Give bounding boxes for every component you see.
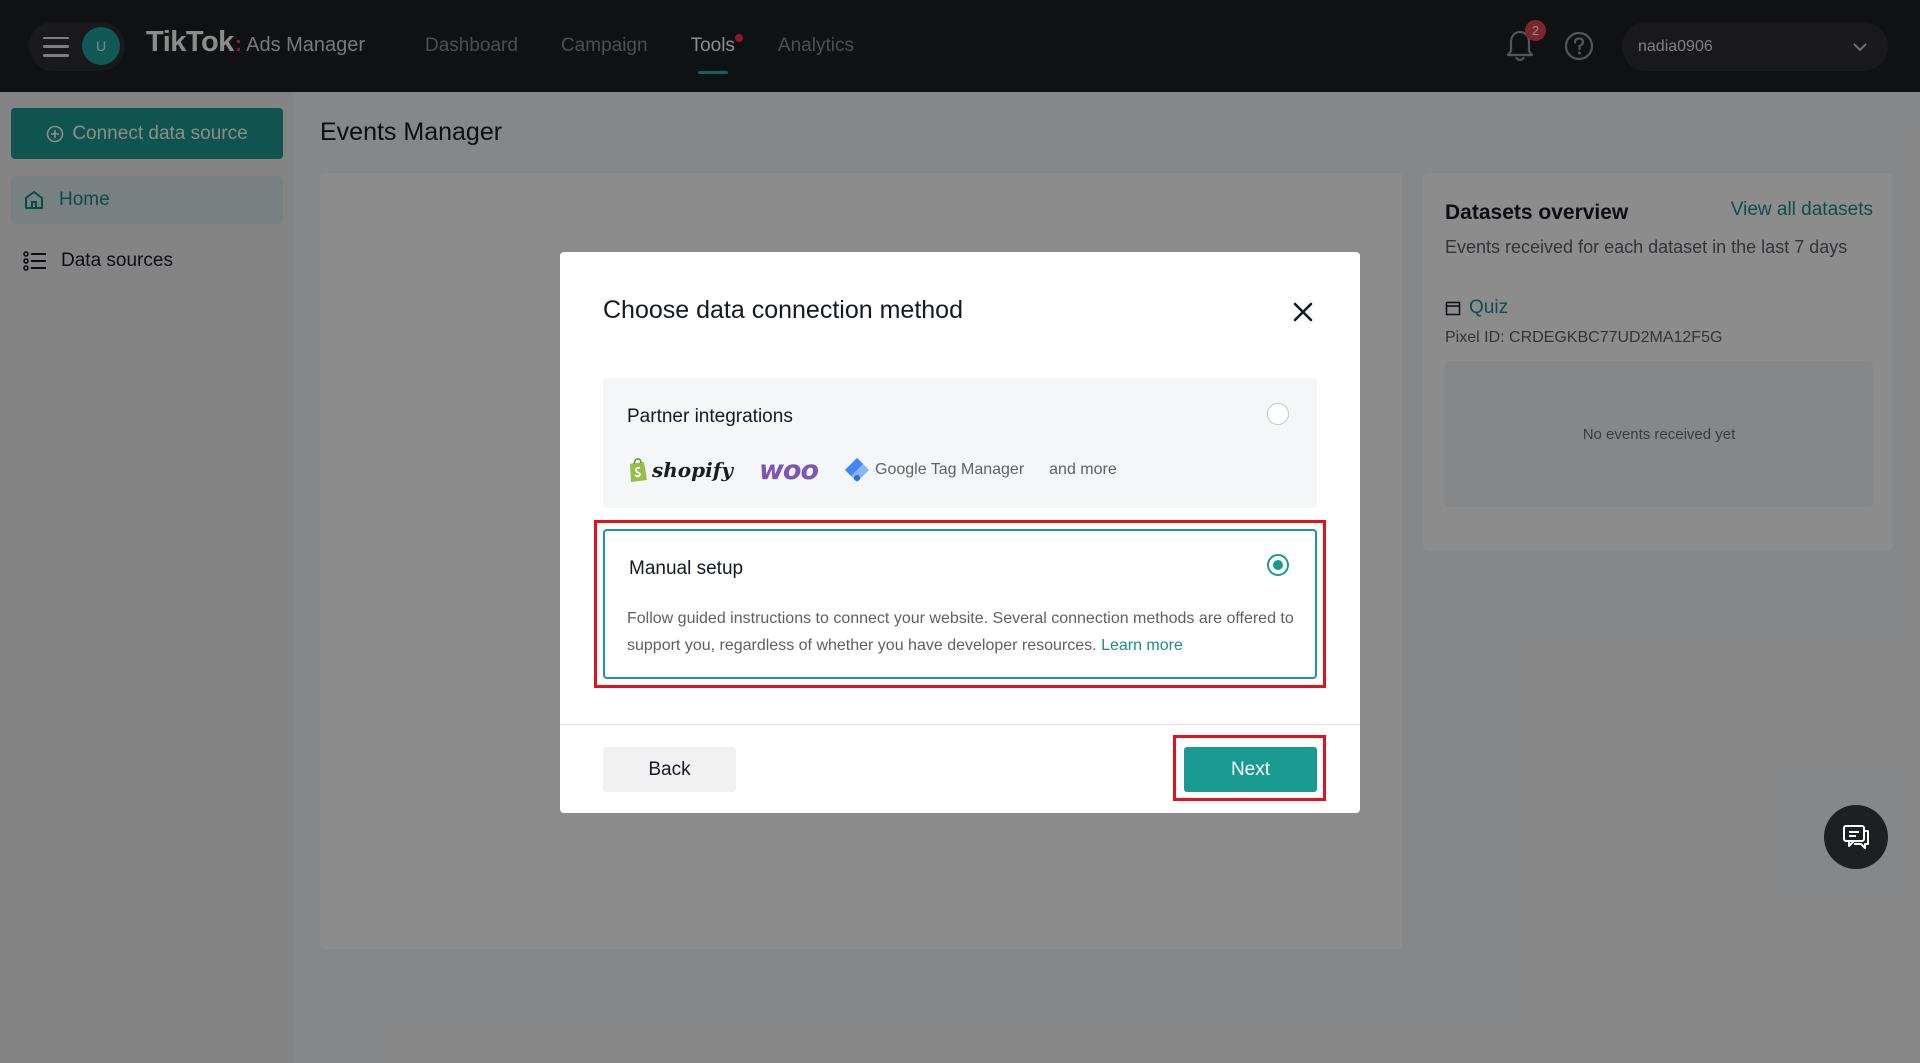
- partner-integrations-title: Partner integrations: [627, 406, 793, 427]
- dialog-divider: [560, 724, 1360, 725]
- manual-setup-title: Manual setup: [629, 558, 744, 579]
- gtm-diamond-icon: [845, 458, 869, 482]
- manual-setup-radio[interactable]: [1267, 554, 1289, 576]
- woo-logo: woo: [758, 454, 819, 486]
- back-button[interactable]: Back: [603, 747, 736, 792]
- google-tag-manager-logo: Google Tag Manager: [844, 457, 1024, 483]
- chat-icon: [1843, 825, 1869, 849]
- option-partner-integrations[interactable]: Partner integrations shopify woo Google …: [603, 378, 1317, 508]
- option-manual-setup[interactable]: Manual setup Follow guided instructions …: [603, 529, 1317, 679]
- gtm-wordmark: Google Tag Manager: [875, 461, 1025, 478]
- connection-method-dialog: Choose data connection method Partner in…: [560, 252, 1360, 813]
- manual-setup-description-text: Follow guided instructions to connect yo…: [627, 610, 1294, 654]
- partner-logos: shopify woo Google Tag Manager and more: [627, 454, 1117, 486]
- shopify-logo: shopify: [627, 457, 733, 483]
- shopify-bag-icon: [630, 458, 647, 482]
- dialog-title: Choose data connection method: [603, 296, 963, 324]
- and-more-text: and more: [1049, 461, 1117, 478]
- shopify-wordmark: shopify: [652, 458, 733, 482]
- next-button[interactable]: Next: [1184, 747, 1317, 792]
- chat-support-button[interactable]: [1824, 805, 1888, 869]
- learn-more-link[interactable]: Learn more: [1101, 637, 1183, 654]
- partner-integrations-radio[interactable]: [1267, 403, 1289, 425]
- close-icon[interactable]: [1290, 299, 1316, 325]
- manual-setup-description: Follow guided instructions to connect yo…: [627, 605, 1307, 659]
